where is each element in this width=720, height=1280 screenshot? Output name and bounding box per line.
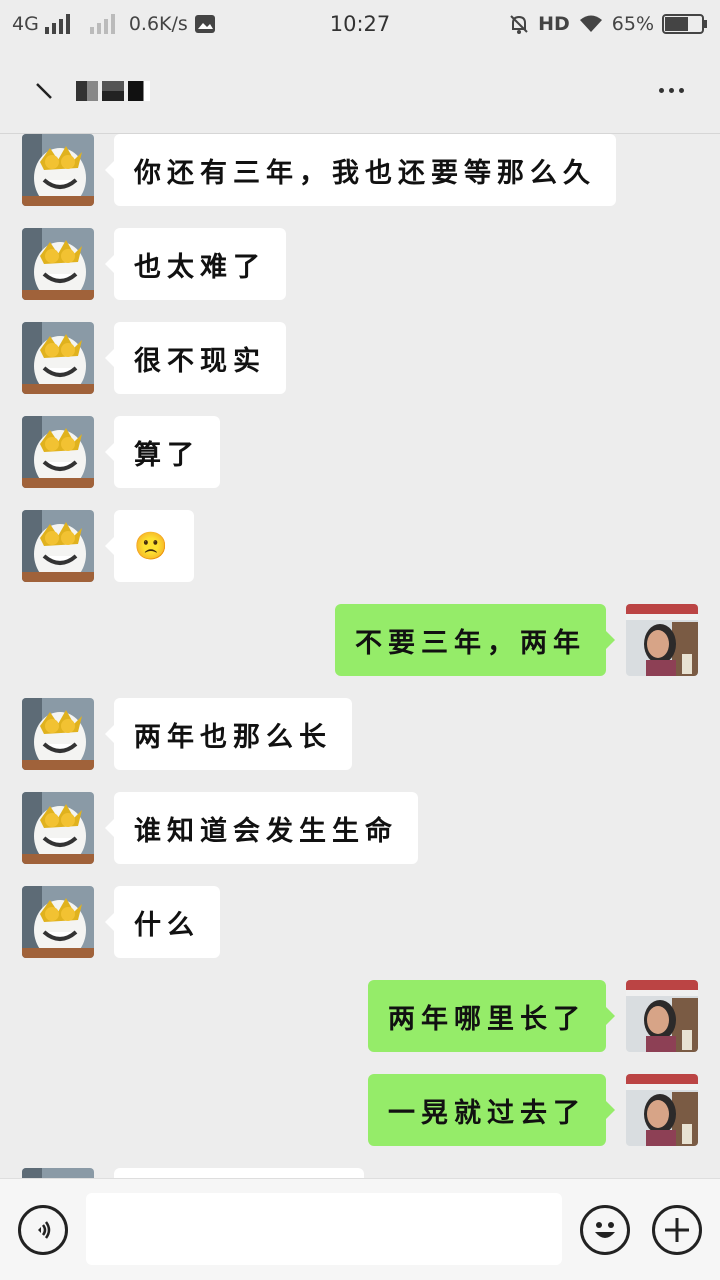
title-masked-block bbox=[102, 80, 124, 101]
message-bubble[interactable]: 你还有三年，我也还要等那么久 bbox=[105, 134, 616, 206]
chat-title: ■■■ bbox=[76, 80, 150, 101]
more-button[interactable] bbox=[646, 66, 696, 116]
more-dot bbox=[658, 88, 664, 93]
input-bar bbox=[0, 1178, 720, 1280]
message-list[interactable]: 你还有三年，我也还要等那么久 也太难了很不现实算了 🙁 不要三年，两年两年也那么长 谁知… bbox=[0, 134, 720, 1178]
contact-avatar[interactable] bbox=[22, 792, 94, 864]
message-bubble[interactable]: 不要三年，两年 bbox=[335, 604, 615, 676]
battery-icon bbox=[662, 14, 707, 34]
message-bubble[interactable]: 两年也那么长 bbox=[105, 698, 352, 770]
my-avatar[interactable] bbox=[626, 980, 698, 1052]
received-message: 也太难了 bbox=[0, 228, 720, 300]
emoji-button[interactable] bbox=[580, 1205, 630, 1255]
message-bubble[interactable]: 🙁 bbox=[105, 510, 194, 582]
my-avatar[interactable] bbox=[626, 604, 698, 676]
message-input[interactable] bbox=[86, 1193, 562, 1265]
title-masked-block bbox=[76, 80, 98, 101]
sent-message: 两年哪里长了 bbox=[0, 980, 720, 1052]
contact-avatar[interactable] bbox=[22, 134, 94, 206]
more-dot bbox=[668, 88, 674, 93]
title-text: ■■■ bbox=[0, 48, 22, 68]
status-bar: 4G 0.6K/s 10:27 HD 65% bbox=[0, 0, 720, 48]
more-dot bbox=[678, 88, 684, 93]
battery-percent: 65% bbox=[611, 13, 654, 35]
message-bubble[interactable] bbox=[114, 1168, 364, 1178]
contact-avatar[interactable] bbox=[22, 510, 94, 582]
received-message: 什么 bbox=[0, 886, 720, 958]
message-bubble[interactable]: 也太难了 bbox=[105, 228, 286, 300]
message-bubble[interactable]: 算了 bbox=[105, 416, 220, 488]
received-message: 谁知道会发生生命 bbox=[0, 792, 720, 864]
message-bubble[interactable]: 谁知道会发生生命 bbox=[105, 792, 418, 864]
received-message: 你还有三年，我也还要等那么久 bbox=[0, 134, 720, 206]
wifi-icon bbox=[579, 15, 602, 32]
message-bubble[interactable]: 什么 bbox=[105, 886, 220, 958]
voice-icon bbox=[38, 1221, 51, 1239]
plus-button[interactable] bbox=[652, 1205, 702, 1255]
signal-sim2-icon bbox=[89, 14, 115, 34]
signal-icon bbox=[44, 14, 70, 34]
received-message: 很不现实 bbox=[0, 322, 720, 394]
network-speed: 0.6K/s bbox=[128, 13, 188, 35]
back-arrow-icon bbox=[36, 82, 52, 99]
back-button[interactable] bbox=[14, 61, 74, 121]
received-message: 两年也那么长 bbox=[0, 698, 720, 770]
voice-button[interactable] bbox=[18, 1205, 68, 1255]
contact-avatar[interactable] bbox=[22, 322, 94, 394]
contact-avatar[interactable] bbox=[22, 228, 94, 300]
received-message: 🙁 bbox=[0, 510, 720, 582]
message-bubble[interactable]: 一晃就过去了 bbox=[368, 1074, 615, 1146]
sent-message: 不要三年，两年 bbox=[0, 604, 720, 676]
contact-avatar[interactable] bbox=[22, 416, 94, 488]
received-message-partial bbox=[0, 1168, 720, 1178]
my-avatar[interactable] bbox=[626, 1074, 698, 1146]
title-masked-block bbox=[128, 80, 150, 101]
emoji-icon bbox=[595, 1222, 615, 1238]
network-type: 4G bbox=[12, 13, 39, 35]
plus-icon bbox=[665, 1218, 689, 1242]
received-message: 算了 bbox=[0, 416, 720, 488]
message-bubble[interactable]: 很不现实 bbox=[105, 322, 286, 394]
contact-avatar[interactable] bbox=[22, 886, 94, 958]
mute-bell-icon bbox=[510, 15, 528, 34]
message-bubble[interactable]: 两年哪里长了 bbox=[368, 980, 615, 1052]
contact-avatar[interactable] bbox=[22, 698, 94, 770]
image-notification-icon bbox=[194, 15, 215, 33]
status-right: HD 65% bbox=[508, 13, 708, 35]
sent-message: 一晃就过去了 bbox=[0, 1074, 720, 1146]
contact-avatar[interactable] bbox=[22, 1168, 94, 1178]
chat-header: ■■■ bbox=[0, 48, 720, 134]
hd-label: HD bbox=[538, 13, 570, 35]
status-left: 4G 0.6K/s bbox=[12, 13, 216, 35]
